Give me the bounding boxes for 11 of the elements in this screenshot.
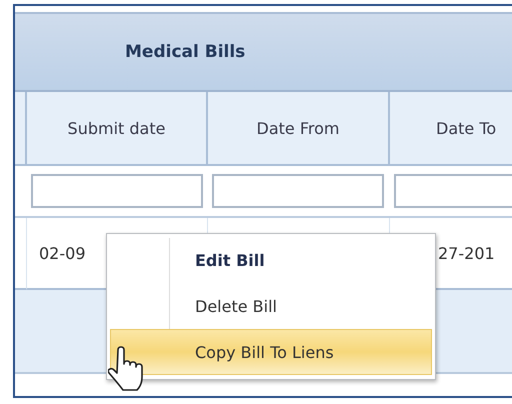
column-header[interactable]: Date From [208,92,390,166]
grid-title: Medical Bills [125,42,246,62]
filter-field[interactable] [212,174,384,208]
column-header[interactable]: Date To [390,92,512,166]
filter-field[interactable] [31,174,203,208]
menu-item[interactable]: Copy Bill To Liens [110,329,432,376]
table-cell: 27-201 [438,244,495,262]
column-header[interactable]: Submit date [27,92,208,166]
table-cell: 02-09 [39,244,86,262]
menu-item[interactable]: Edit Bill [110,238,432,284]
menu-item[interactable]: Delete Bill [110,284,432,330]
